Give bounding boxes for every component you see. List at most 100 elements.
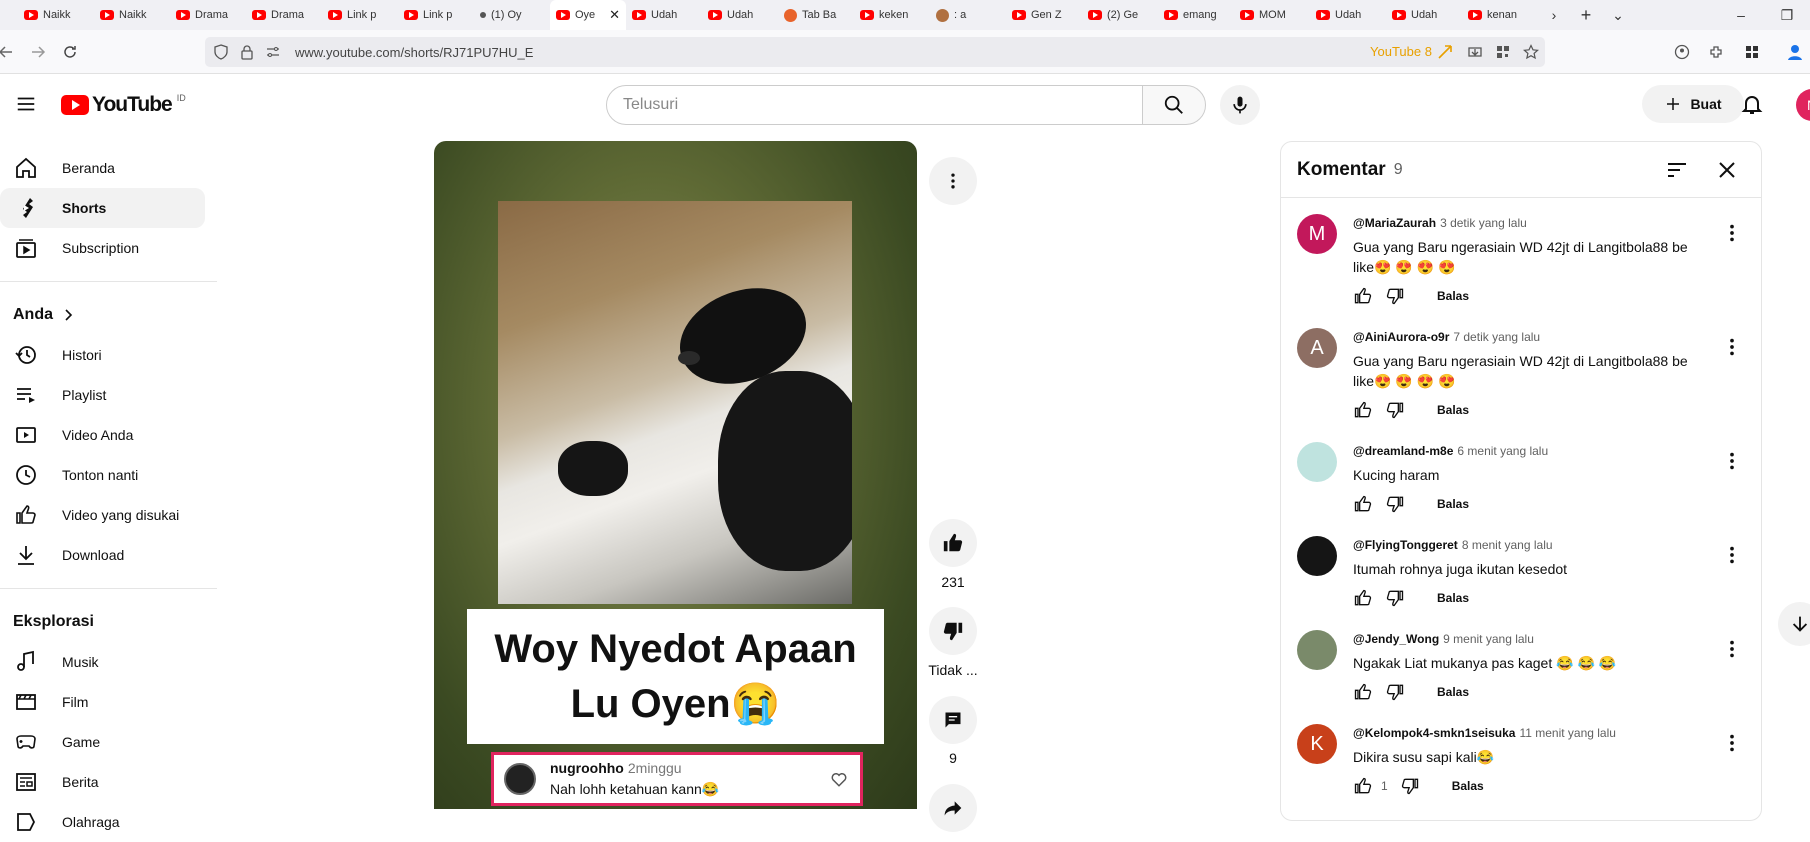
thumbs-down-icon[interactable] xyxy=(1385,588,1405,608)
more-options-button[interactable] xyxy=(929,157,977,205)
sidebar-item-news[interactable]: Berita xyxy=(0,762,205,802)
thumbs-down-icon[interactable] xyxy=(1400,776,1420,796)
reload-button[interactable] xyxy=(58,40,82,64)
sidebar-item-watch-later[interactable]: Tonton nanti xyxy=(0,455,205,495)
comment-more-icon[interactable] xyxy=(1721,450,1743,472)
browser-tab[interactable]: Udah xyxy=(1310,0,1386,30)
tab-list-button[interactable] xyxy=(0,0,18,30)
thumbs-up-icon[interactable] xyxy=(1353,286,1373,306)
comment-avatar[interactable] xyxy=(1297,630,1337,670)
comment-more-icon[interactable] xyxy=(1721,732,1743,754)
comment-author[interactable]: @Jendy_Wong xyxy=(1353,632,1439,646)
profile-id-icon[interactable] xyxy=(1786,42,1806,62)
thumbs-up-icon[interactable] xyxy=(1353,776,1373,796)
thumbs-down-icon[interactable] xyxy=(1385,286,1405,306)
sidebar-heading-you[interactable]: Anda xyxy=(0,295,220,335)
send-icon[interactable] xyxy=(1437,44,1453,60)
youtube-logo[interactable]: YouTube ID xyxy=(61,93,186,117)
comment-more-icon[interactable] xyxy=(1721,544,1743,566)
close-tab-icon[interactable]: ✕ xyxy=(609,7,620,23)
save-to-pocket-icon[interactable] xyxy=(1467,44,1483,60)
thumbs-up-icon[interactable] xyxy=(1353,494,1373,514)
reply-button[interactable]: Balas xyxy=(1437,591,1469,605)
bookmark-star-icon[interactable] xyxy=(1523,44,1539,60)
browser-tab[interactable]: (2) Ge xyxy=(1082,0,1158,30)
account-avatar[interactable]: N xyxy=(1796,89,1810,121)
account-icon[interactable] xyxy=(1674,44,1690,60)
reply-button[interactable]: Balas xyxy=(1437,497,1469,511)
thumbs-up-icon[interactable] xyxy=(1353,588,1373,608)
apps-grid-icon[interactable] xyxy=(1744,44,1760,60)
thumbs-up-icon[interactable] xyxy=(1353,682,1373,702)
reply-button[interactable]: Balas xyxy=(1452,779,1484,793)
comment-more-icon[interactable] xyxy=(1721,336,1743,358)
qr-code-icon[interactable] xyxy=(1495,44,1511,60)
extensions-icon[interactable] xyxy=(1708,44,1724,60)
comment-time[interactable]: 9 menit yang lalu xyxy=(1443,632,1534,646)
browser-tab[interactable]: Link p xyxy=(322,0,398,30)
like-button[interactable] xyxy=(929,519,977,567)
url-text[interactable]: www.youtube.com/shorts/RJ71PU7HU_E xyxy=(295,45,533,60)
browser-tab[interactable]: Drama xyxy=(170,0,246,30)
browser-tab[interactable]: : a xyxy=(930,0,1006,30)
search-input[interactable] xyxy=(607,86,1142,124)
comment-time[interactable]: 3 detik yang lalu xyxy=(1440,216,1527,230)
new-tab-button[interactable]: + xyxy=(1570,0,1602,30)
comment-author[interactable]: @MariaZaurah xyxy=(1353,216,1436,230)
browser-tab[interactable]: Tab Ba xyxy=(778,0,854,30)
browser-tab[interactable]: Drama xyxy=(246,0,322,30)
comment-avatar[interactable]: K xyxy=(1297,724,1337,764)
sidebar-item-history[interactable]: Histori xyxy=(0,335,205,375)
comment-time[interactable]: 8 menit yang lalu xyxy=(1462,538,1553,552)
create-button[interactable]: Buat xyxy=(1642,85,1744,123)
search-box[interactable] xyxy=(606,85,1143,125)
comments-button[interactable] xyxy=(929,696,977,744)
comment-avatar[interactable]: A xyxy=(1297,328,1337,368)
sidebar-item-film[interactable]: Film xyxy=(0,682,205,722)
forward-button[interactable] xyxy=(26,40,50,64)
comment-more-icon[interactable] xyxy=(1721,222,1743,244)
dislike-button[interactable] xyxy=(929,607,977,655)
browser-tab[interactable]: keken xyxy=(854,0,930,30)
comment-more-icon[interactable] xyxy=(1721,638,1743,660)
comment-time[interactable]: 7 detik yang lalu xyxy=(1453,330,1540,344)
sidebar-item-sports[interactable]: Olahraga xyxy=(0,802,205,842)
sidebar-item-home[interactable]: Beranda xyxy=(0,148,205,188)
sidebar-item-download[interactable]: Download xyxy=(0,535,205,575)
short-video-player[interactable]: Woy Nyedot Apaan Lu Oyen😭 nugroohho 2ming… xyxy=(434,141,917,809)
comment-time[interactable]: 11 menit yang lalu xyxy=(1519,726,1616,740)
thumbs-down-icon[interactable] xyxy=(1385,682,1405,702)
voice-search-button[interactable] xyxy=(1220,85,1260,125)
lock-icon[interactable] xyxy=(239,44,255,60)
comment-author[interactable]: @Kelompok4-smkn1seisuka xyxy=(1353,726,1515,740)
browser-tab[interactable]: emang xyxy=(1158,0,1234,30)
comment-avatar[interactable] xyxy=(1297,536,1337,576)
reply-button[interactable]: Balas xyxy=(1437,403,1469,417)
notifications-bell-icon[interactable] xyxy=(1740,92,1764,116)
chevron-right-icon[interactable]: › xyxy=(1538,0,1570,30)
sidebar-item-gaming[interactable]: Game xyxy=(0,722,205,762)
sidebar-item-shorts[interactable]: Shorts xyxy=(0,188,205,228)
close-icon[interactable] xyxy=(1715,158,1739,182)
thumbs-down-icon[interactable] xyxy=(1385,400,1405,420)
reply-button[interactable]: Balas xyxy=(1437,685,1469,699)
browser-tab[interactable]: Udah xyxy=(702,0,778,30)
shield-icon[interactable] xyxy=(213,44,229,60)
share-button[interactable] xyxy=(929,784,977,832)
browser-tab[interactable]: Gen Z xyxy=(1006,0,1082,30)
browser-tab[interactable]: Naikk xyxy=(18,0,94,30)
address-bar[interactable]: www.youtube.com/shorts/RJ71PU7HU_E YouTu… xyxy=(205,37,1545,67)
browser-tab[interactable]: kenan xyxy=(1462,0,1538,30)
sidebar-item-subscriptions[interactable]: Subscription xyxy=(0,228,205,268)
restore-button[interactable]: ❐ xyxy=(1764,0,1810,30)
reply-button[interactable]: Balas xyxy=(1437,289,1469,303)
browser-tab[interactable]: (1) Oy xyxy=(474,0,550,30)
comment-avatar[interactable] xyxy=(1297,442,1337,482)
permissions-icon[interactable] xyxy=(265,44,281,60)
sort-icon[interactable] xyxy=(1665,158,1689,182)
scroll-down-button[interactable] xyxy=(1778,602,1810,646)
comment-time[interactable]: 6 menit yang lalu xyxy=(1457,444,1548,458)
extension-badge[interactable]: YouTube 8 xyxy=(1370,44,1432,59)
browser-tab[interactable]: Naikk xyxy=(94,0,170,30)
browser-tab[interactable]: Oye ✕ xyxy=(550,0,626,30)
